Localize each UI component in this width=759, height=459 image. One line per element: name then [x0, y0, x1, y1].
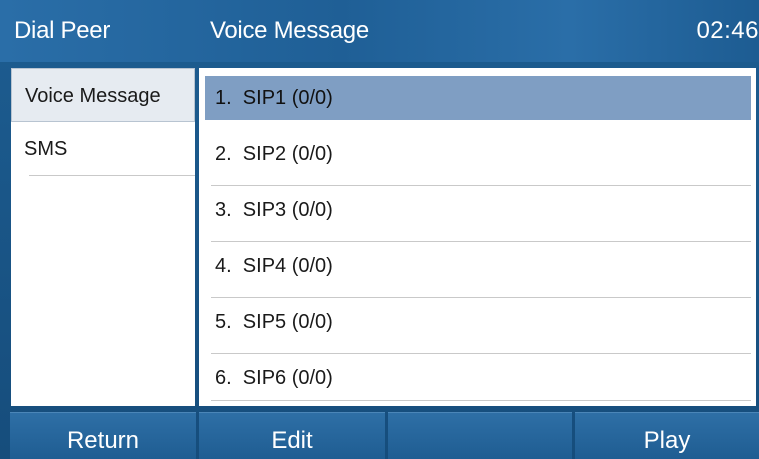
softkey-bar: Return Edit Play: [0, 412, 759, 459]
empty-softkey[interactable]: [388, 412, 572, 459]
sidebar-item-sms[interactable]: SMS: [11, 122, 195, 176]
divider: [211, 297, 751, 298]
divider: [211, 353, 751, 354]
list-item-sip6[interactable]: 6. SIP6 (0/0): [205, 356, 751, 401]
edit-button[interactable]: Edit: [199, 412, 385, 459]
list-item-sip1[interactable]: 1. SIP1 (0/0): [205, 76, 751, 120]
list-item-label: 3. SIP3 (0/0): [215, 199, 333, 221]
title-bar: Dial Peer Voice Message 02:46: [0, 0, 759, 62]
account-list: 1. SIP1 (0/0) 2. SIP2 (0/0) 3. SIP3 (0/0…: [199, 68, 756, 406]
page-title: Voice Message: [210, 17, 369, 44]
phone-screen: Dial Peer Voice Message 02:46 Voice Mess…: [0, 0, 759, 459]
list-item-label: 4. SIP4 (0/0): [215, 255, 333, 277]
divider: [211, 241, 751, 242]
sidebar-item-voice-message[interactable]: Voice Message: [11, 68, 195, 122]
list-item-label: 2. SIP2 (0/0): [215, 143, 333, 165]
play-button[interactable]: Play: [575, 412, 759, 459]
sidebar-item-label: Voice Message: [25, 85, 161, 107]
list-item-sip2[interactable]: 2. SIP2 (0/0): [205, 132, 751, 186]
return-button[interactable]: Return: [10, 412, 196, 459]
list-item-sip3[interactable]: 3. SIP3 (0/0): [205, 188, 751, 242]
divider: [211, 400, 751, 401]
category-sidebar: Voice Message SMS: [11, 68, 195, 406]
list-item-label: 6. SIP6 (0/0): [215, 367, 333, 389]
list-item-label: 1. SIP1 (0/0): [215, 87, 333, 109]
sidebar-item-label: SMS: [24, 138, 68, 160]
dial-peer-title: Dial Peer: [14, 17, 111, 44]
list-item-sip4[interactable]: 4. SIP4 (0/0): [205, 244, 751, 298]
list-item-sip5[interactable]: 5. SIP5 (0/0): [205, 300, 751, 354]
clock-time: 02:46: [696, 17, 759, 44]
list-item-label: 5. SIP5 (0/0): [215, 311, 333, 333]
divider: [211, 185, 751, 186]
